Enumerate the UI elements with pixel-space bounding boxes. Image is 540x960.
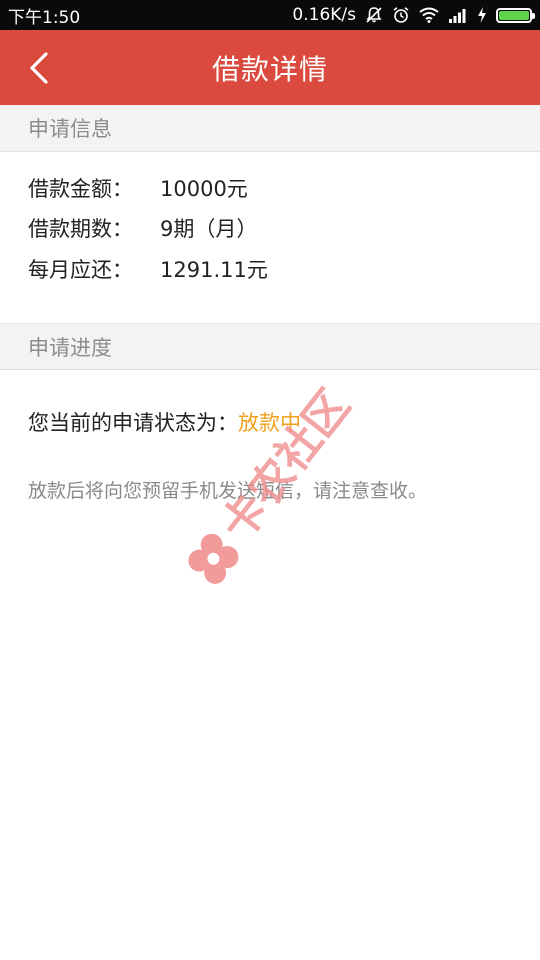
app-bar: 借款详情 [0, 30, 540, 105]
battery-level [499, 10, 529, 20]
monthly-payment-label: 每月应还： [28, 258, 133, 282]
page-title: 借款详情 [211, 52, 328, 86]
alarm-icon [392, 6, 410, 24]
net-speed: 0.16K/s [292, 5, 356, 25]
status-icons: 0.16K/s [292, 5, 535, 25]
loan-detail-screen: 下午1:50 0.16K/s 借款详情 申请信息 借款金额： 10000元 借款… [0, 0, 540, 960]
section-header-application-info: 申请信息 [0, 105, 540, 152]
info-row-monthly-payment: 每月应还： 1291.11元 [28, 254, 268, 284]
loan-term-value: 9期（月） [160, 217, 258, 241]
sms-notice: 放款后将向您预留手机发送短信，请注意查收。 [28, 480, 428, 502]
signal-icon [448, 7, 468, 23]
wifi-icon [419, 7, 439, 23]
status-time: 下午1:50 [8, 7, 81, 28]
charging-icon [477, 7, 487, 23]
battery-icon [496, 7, 535, 23]
mute-icon [365, 6, 383, 24]
status-bar: 下午1:50 0.16K/s [0, 0, 540, 30]
info-row-loan-amount: 借款金额： 10000元 [28, 173, 248, 203]
chevron-left-icon [30, 51, 48, 84]
back-button[interactable] [14, 40, 64, 95]
loan-amount-value: 10000元 [160, 177, 248, 201]
status-label: 您当前的申请状态为： [28, 411, 238, 435]
loan-amount-label: 借款金额： [28, 177, 133, 201]
monthly-payment-value: 1291.11元 [160, 258, 268, 282]
application-status: 您当前的申请状态为： 放款中 [28, 407, 301, 437]
status-value: 放款中 [238, 411, 301, 435]
section-header-progress: 申请进度 [0, 323, 540, 370]
info-row-loan-term: 借款期数： 9期（月） [28, 213, 257, 243]
svg-text:卡农社区: 卡农社区 [211, 380, 360, 550]
loan-term-label: 借款期数： [28, 217, 133, 241]
